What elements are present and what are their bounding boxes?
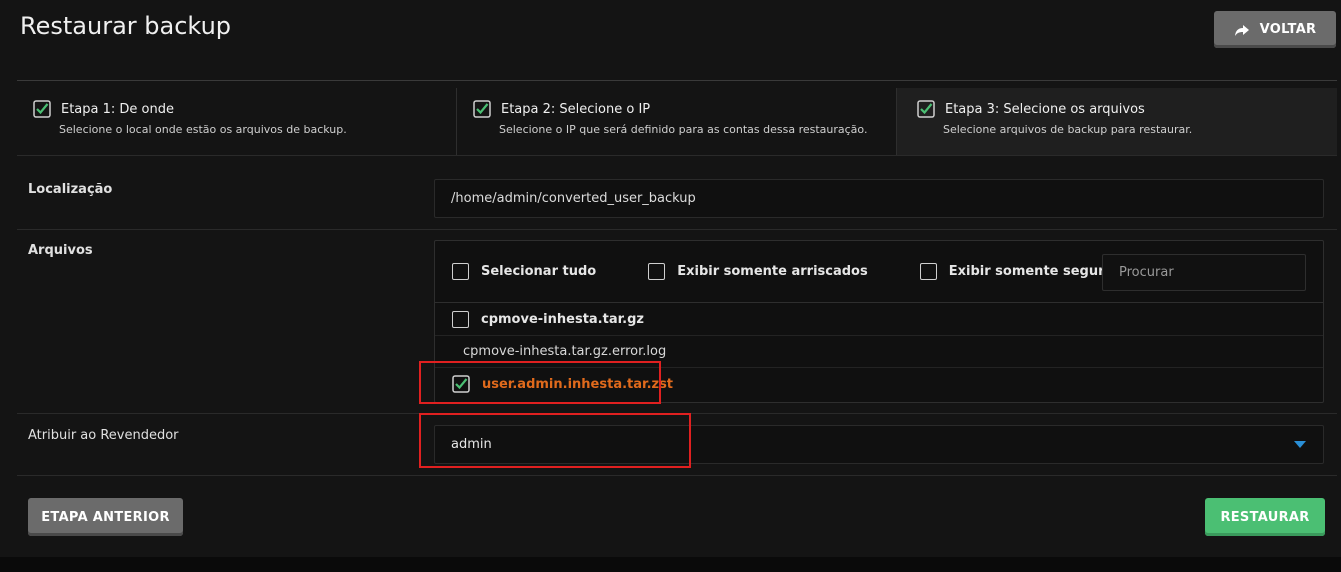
select-all-checkbox[interactable]: Selecionar tudo — [452, 263, 596, 280]
search-input[interactable] — [1102, 254, 1306, 291]
file-name: cpmove-inhesta.tar.gz.error.log — [463, 344, 667, 359]
files-toolbar: Selecionar tudo Exibir somente arriscado… — [435, 241, 1323, 303]
checkbox-icon — [919, 263, 937, 280]
back-button[interactable]: VOLTAR — [1214, 11, 1336, 48]
step-3-subtitle: Selecione arquivos de backup para restau… — [943, 123, 1193, 136]
only-risky-label: Exibir somente arriscados — [677, 264, 868, 279]
step-2[interactable]: Etapa 2: Selecione o IP Selecione o IP q… — [457, 88, 897, 155]
page-title: Restaurar backup — [20, 12, 232, 40]
share-arrow-icon — [1234, 24, 1249, 36]
checkbox-icon — [452, 311, 469, 328]
file-item[interactable]: cpmove-inhesta.tar.gz — [452, 311, 644, 328]
highlight-box — [419, 361, 661, 404]
wizard-steps: Etapa 1: De onde Selecione o local onde … — [17, 88, 1337, 156]
location-field[interactable]: /home/admin/converted_user_backup — [434, 179, 1324, 218]
divider — [435, 335, 1323, 336]
restore-backup-panel: Restaurar backup VOLTAR Etapa 1: De onde… — [0, 0, 1341, 557]
divider — [17, 475, 1337, 476]
only-safe-checkbox[interactable]: Exibir somente seguros — [919, 263, 1122, 280]
files-label: Arquivos — [28, 243, 93, 258]
divider — [17, 80, 1337, 81]
checkbox-icon — [452, 263, 469, 280]
step-2-title: Etapa 2: Selecione o IP — [501, 101, 651, 117]
checkbox-checked-icon — [33, 100, 51, 118]
location-label: Localização — [28, 182, 113, 197]
select-all-label: Selecionar tudo — [481, 264, 597, 279]
step-3[interactable]: Etapa 3: Selecione os arquivos Selecione… — [897, 88, 1337, 155]
back-button-label: VOLTAR — [1259, 22, 1317, 37]
location-value: /home/admin/converted_user_backup — [451, 191, 696, 206]
highlight-box — [419, 413, 691, 468]
previous-step-button[interactable]: ETAPA ANTERIOR — [28, 498, 183, 536]
checkbox-icon — [648, 263, 666, 280]
caret-down-icon — [1294, 441, 1306, 448]
step-1-subtitle: Selecione o local onde estão os arquivos… — [59, 123, 347, 136]
step-1-title: Etapa 1: De onde — [61, 101, 174, 117]
reseller-label: Atribuir ao Revendedor — [28, 428, 179, 443]
checkbox-checked-icon — [473, 100, 491, 118]
step-2-subtitle: Selecione o IP que será definido para as… — [499, 123, 868, 136]
restore-button[interactable]: RESTAURAR — [1205, 498, 1325, 536]
file-item: cpmove-inhesta.tar.gz.error.log — [463, 344, 666, 359]
only-safe-label: Exibir somente seguros — [948, 264, 1122, 279]
file-name: cpmove-inhesta.tar.gz — [481, 312, 644, 327]
step-1[interactable]: Etapa 1: De onde Selecione o local onde … — [17, 88, 457, 155]
divider — [17, 229, 1337, 230]
checkbox-checked-icon — [917, 100, 935, 118]
only-risky-checkbox[interactable]: Exibir somente arriscados — [648, 263, 868, 280]
step-3-title: Etapa 3: Selecione os arquivos — [945, 101, 1145, 117]
